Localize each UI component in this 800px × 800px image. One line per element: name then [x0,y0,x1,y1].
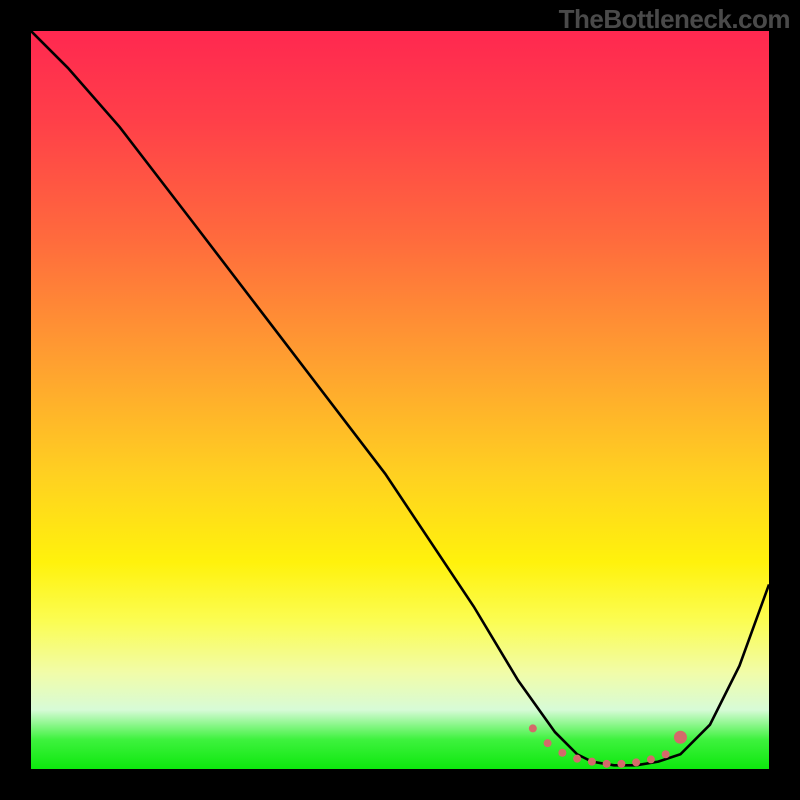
chart-frame: TheBottleneck.com [0,0,800,800]
valley-marker [617,760,625,768]
chart-svg [31,31,769,769]
valley-marker [529,724,537,732]
bottleneck-curve [31,31,769,765]
valley-marker [588,758,596,766]
valley-marker [603,760,611,768]
valley-marker [558,749,566,757]
plot-area [31,31,769,769]
watermark-text: TheBottleneck.com [559,4,790,35]
valley-marker [662,750,670,758]
valley-marker [573,755,581,763]
valley-marker [647,755,655,763]
valley-marker [632,758,640,766]
valley-marker [544,739,552,747]
valley-marker [674,731,687,744]
